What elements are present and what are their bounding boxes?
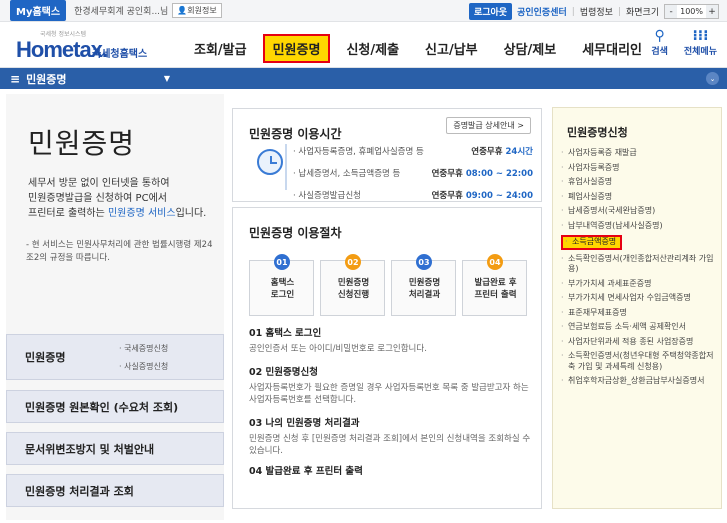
clock-icon <box>257 149 283 175</box>
chevron-down-icon: ▼ <box>163 74 170 83</box>
civil-certificate-label: 민원증명 <box>25 351 66 364</box>
list-item[interactable]: 연금보험료등 소득·세액 공제확인서 <box>561 322 717 333</box>
search-button[interactable]: ⚲ 검색 <box>651 28 668 57</box>
grid-menu-icon: ⁝⁝⁝ <box>692 28 709 44</box>
list-item[interactable]: 부가가치세 과세표준증명 <box>561 279 717 290</box>
main-menu: 조회/발급 민원증명 신청/제출 신고/납부 상담/제보 세무대리인 <box>184 34 658 63</box>
menu-civil-certificate[interactable]: 민원증명 <box>262 34 331 63</box>
list-item[interactable]: 소득확인증명서(개인종합저산관리계좌 가입용) <box>561 254 717 275</box>
procedure-section-3: 03 나의 민원증명 처리결과 민원증명 신청 후 [민원증명 처리결과 조회]… <box>249 418 531 456</box>
usage-hours-title: 민원증명 이용시간 <box>249 127 342 141</box>
list-item[interactable]: 취업후학자금상환_상환금납부사실증명서 <box>561 376 717 387</box>
procedure-section-1: 01 홈택스 로그인 공인인증서 또는 아이디/비밀번호로 로그인합니다. <box>249 328 427 354</box>
sub-navigation-bar: ≡ 민원증명 ▼ ⌄ <box>0 68 727 89</box>
civil-application-list: 사업자등록증 재발급 사업자등록증명 휴업사실증명 폐업사실증명 납세증명서(국… <box>561 148 717 391</box>
list-item[interactable]: 사업자등록증 재발급 <box>561 148 717 159</box>
list-item[interactable]: 폐업사실증명 <box>561 192 717 203</box>
left-panel: 민원증명 세무서 방문 없이 인터넷을 통하여 민원증명발급을 신청하여 PC에… <box>6 94 224 520</box>
step-print: 04 발급완료 후 프린터 출력 <box>462 254 527 316</box>
step-number-badge: 02 <box>345 254 361 270</box>
util-links: 로그아웃 공인인증센터 | 법령정보 | 화면크기 - 100% + <box>468 3 719 20</box>
step-number-badge: 04 <box>487 254 503 270</box>
fact-certificate-link[interactable]: · 사실증명신청 <box>119 361 168 372</box>
current-menu-dropdown[interactable]: ≡ 민원증명 ▼ <box>0 68 180 89</box>
procedure-section-4: 04 발급완료 후 프린터 출력 <box>249 466 363 477</box>
zoom-in-button[interactable]: + <box>706 5 718 18</box>
step-result: 03 민원증명 처리결과 <box>391 254 456 316</box>
list-item[interactable]: 휴업사실증명 <box>561 177 717 188</box>
search-icon: ⚲ <box>654 28 665 44</box>
cert-center-link[interactable]: 공인인증센터 <box>517 5 567 18</box>
civil-application-title: 민원증명신청 <box>567 126 628 139</box>
menu-tax-agent[interactable]: 세무대리인 <box>572 34 652 63</box>
forgery-prevention-button[interactable]: 문서위변조방지 및 처벌안내 <box>6 432 224 465</box>
header-icons: ⚲ 검색 ⁝⁝⁝ 전체메뉴 <box>651 28 717 57</box>
menu-consult-report[interactable]: 상담/제보 <box>494 34 567 63</box>
original-verify-button[interactable]: 민원증명 원본확인 (수요처 조회) <box>6 390 224 423</box>
site-header: 국세청 정보시스템 Hometax. 국세청홈택스 조회/발급 민원증명 신청/… <box>0 22 727 68</box>
usage-procedure-title: 민원증명 이용절차 <box>249 226 342 240</box>
menu-application-submit[interactable]: 신청/제출 <box>336 34 409 63</box>
law-note: - 현 서비스는 민원사무처리에 관한 법률시행령 제24조2의 규정을 따릅니… <box>26 240 213 263</box>
logo-sub-text: 국세청홈택스 <box>92 49 148 60</box>
usage-hours-card: 민원증명 이용시간 증명발급 상세안내 > · 사업자등록증명, 휴폐업사실증명… <box>232 108 542 202</box>
tax-certificate-link[interactable]: · 국세증명신청 <box>119 343 168 354</box>
list-item[interactable]: 사업자등록증명 <box>561 163 717 174</box>
divider: | <box>571 6 575 17</box>
divider: | <box>617 6 621 17</box>
list-item[interactable]: 사업자단위과세 적용 종된 사업장증명 <box>561 337 717 348</box>
process-result-button[interactable]: 민원증명 처리결과 조회 <box>6 474 224 507</box>
menu-report-payment[interactable]: 신고/납부 <box>415 34 488 63</box>
menu-inquiry-issue[interactable]: 조회/발급 <box>184 34 257 63</box>
logout-button[interactable]: 로그아웃 <box>468 3 513 20</box>
member-info-button[interactable]: 👤회원정보 <box>172 3 222 18</box>
user-name: 한경세무회계 공인회...님 <box>74 7 169 17</box>
income-amount-certificate-link[interactable]: 소득금액증명 <box>561 235 623 250</box>
step-apply: 02 민원증명 신청진행 <box>320 254 385 316</box>
list-item[interactable]: 소득확인증명서(청년우대형 주택청약종합저축 가입 및 과세특례 신청용) <box>561 351 717 372</box>
zoom-value: 100% <box>680 7 703 16</box>
page-description: 세무서 방문 없이 인터넷을 통하여 민원증명발급을 신청하여 PC에서 프린터… <box>28 178 207 219</box>
list-item[interactable]: 표준재무제표증명 <box>561 308 717 319</box>
top-utility-bar: My홈택스 한경세무회계 공인회...님 👤회원정보 로그아웃 공인인증센터 |… <box>0 0 727 22</box>
zoom-control: - 100% + <box>664 4 719 19</box>
list-item[interactable]: 납부내역증명(납세사실증명) <box>561 221 717 232</box>
detail-guide-button[interactable]: 증명발급 상세안내 > <box>446 117 531 134</box>
list-item[interactable]: 납세증명서(국세완납증명) <box>561 206 717 217</box>
step-number-badge: 01 <box>274 254 290 270</box>
step-number-badge: 03 <box>416 254 432 270</box>
all-menu-button[interactable]: ⁝⁝⁝ 전체메뉴 <box>684 28 717 57</box>
nav-expand-icon[interactable]: ⌄ <box>706 72 719 85</box>
step-login: 01 홈택스 로그인 <box>249 254 314 316</box>
civil-certificate-box: 민원증명 · 국세증명신청 · 사실증명신청 <box>6 334 224 380</box>
usage-procedure-card: 민원증명 이용절차 01 홈택스 로그인 02 민원증명 신청진행 03 민원증명 처… <box>232 207 542 509</box>
page-title: 민원증명 <box>28 127 136 160</box>
my-hometax-button[interactable]: My홈택스 <box>10 0 67 21</box>
current-menu-label: 민원증명 <box>26 72 67 86</box>
search-label: 검색 <box>651 47 668 57</box>
zoom-out-button[interactable]: - <box>665 5 678 18</box>
procedure-steps: 01 홈택스 로그인 02 민원증명 신청진행 03 민원증명 처리결과 04 발급완… <box>249 254 529 316</box>
all-menu-label: 전체메뉴 <box>683 47 717 57</box>
law-info-link[interactable]: 법령정보 <box>580 5 613 18</box>
civil-application-panel: 민원증명신청 사업자등록증 재발급 사업자등록증명 휴업사실증명 폐업사실증명 … <box>552 107 722 509</box>
procedure-section-2: 02 민원증명신청 사업자등록번호가 필요한 증명일 경우 사업자등록번호 목록… <box>249 367 529 405</box>
timeline-line <box>285 144 287 190</box>
hamburger-icon: ≡ <box>10 71 21 86</box>
hometax-logo[interactable]: 국세청 정보시스템 Hometax. 국세청홈택스 <box>16 29 156 63</box>
list-item[interactable]: 부가가치세 면세사업자 수입금액증명 <box>561 293 717 304</box>
screen-size-label: 화면크기 <box>626 8 660 18</box>
person-icon: 👤 <box>177 6 188 15</box>
